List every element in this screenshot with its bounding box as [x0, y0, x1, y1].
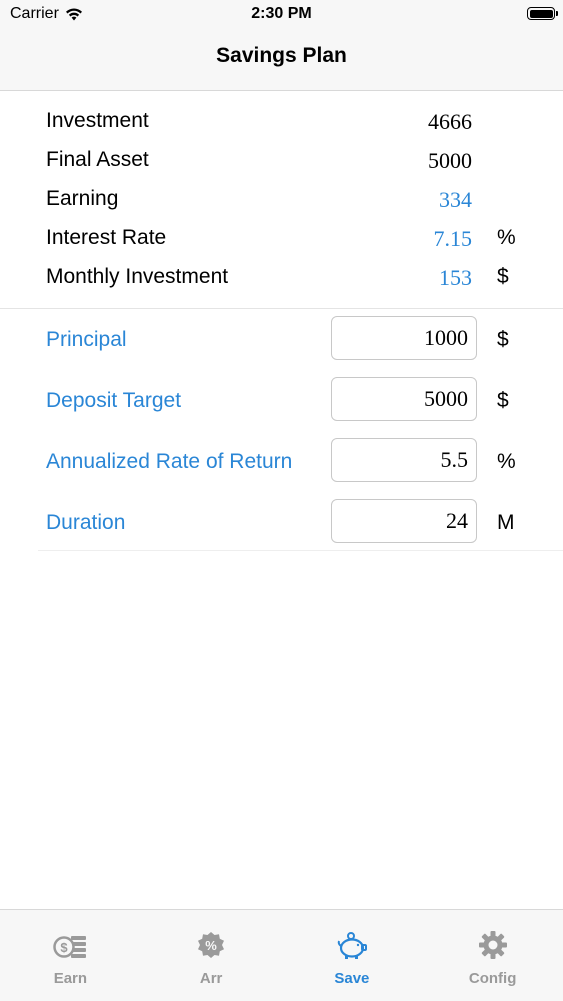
page-title: Savings Plan: [216, 44, 347, 67]
percent-badge-icon: %: [198, 932, 225, 958]
result-row-monthly-investment: Monthly Investment 153 $: [0, 259, 563, 298]
svg-text:$: $: [61, 940, 69, 955]
section-divider: [0, 308, 563, 309]
result-row-investment: Investment 4666: [0, 103, 563, 142]
status-time: 2:30 PM: [251, 5, 312, 22]
input-row-rate-of-return: Annualized Rate of Return %: [0, 438, 563, 499]
results-section: Investment 4666 Final Asset 5000 Earning…: [0, 103, 563, 298]
result-label: Interest Rate: [46, 226, 167, 249]
duration-input[interactable]: [331, 499, 477, 543]
result-value: 334: [439, 187, 472, 212]
result-row-earning: Earning 334: [0, 181, 563, 220]
tab-config[interactable]: Config: [422, 910, 563, 1001]
tab-label: Arr: [199, 970, 223, 987]
section-divider: [38, 550, 563, 551]
result-value: 7.15: [433, 226, 473, 251]
tab-label: Config: [468, 970, 517, 987]
result-value: 4666: [428, 109, 472, 134]
input-unit: $: [497, 389, 509, 412]
deposit-target-input[interactable]: [331, 377, 477, 421]
rate-of-return-input[interactable]: [331, 438, 477, 482]
result-row-final-asset: Final Asset 5000: [0, 142, 563, 181]
principal-input[interactable]: [331, 316, 477, 360]
tab-save[interactable]: Save: [282, 910, 423, 1001]
tab-arr[interactable]: % Arr: [141, 910, 282, 1001]
coins-icon: $: [53, 936, 87, 958]
input-unit: $: [497, 328, 509, 351]
result-label: Monthly Investment: [46, 265, 229, 288]
navigation-bar: Savings Plan: [0, 32, 563, 91]
result-row-interest-rate: Interest Rate 7.15 %: [0, 220, 563, 259]
status-bar: Carrier 2:30 PM: [0, 0, 563, 32]
input-row-deposit-target: Deposit Target $: [0, 377, 563, 438]
svg-text:%: %: [205, 938, 217, 953]
piggy-bank-icon: [337, 932, 367, 959]
result-value: 153: [439, 265, 472, 290]
input-unit: M: [497, 511, 515, 534]
input-label: Principal: [46, 328, 127, 351]
result-label: Investment: [46, 109, 149, 132]
input-unit: %: [497, 450, 516, 473]
tab-earn[interactable]: $ Earn: [0, 910, 141, 1001]
gear-icon: [478, 931, 507, 959]
tab-bar: $ Earn % Arr Save Config: [0, 909, 563, 1001]
input-row-principal: Principal $: [0, 316, 563, 377]
result-label: Earning: [46, 187, 119, 210]
result-label: Final Asset: [46, 148, 149, 171]
result-unit: $: [497, 265, 509, 288]
input-label: Deposit Target: [46, 389, 182, 412]
input-label: Duration: [46, 511, 126, 534]
tab-label: Save: [334, 970, 370, 987]
battery-icon: [527, 7, 558, 20]
input-label: Annualized Rate of Return: [46, 450, 293, 473]
result-unit: %: [497, 226, 516, 249]
result-value: 5000: [428, 148, 472, 173]
inputs-section: Principal $ Deposit Target $ Annualized …: [0, 316, 563, 560]
tab-label: Earn: [53, 970, 88, 987]
